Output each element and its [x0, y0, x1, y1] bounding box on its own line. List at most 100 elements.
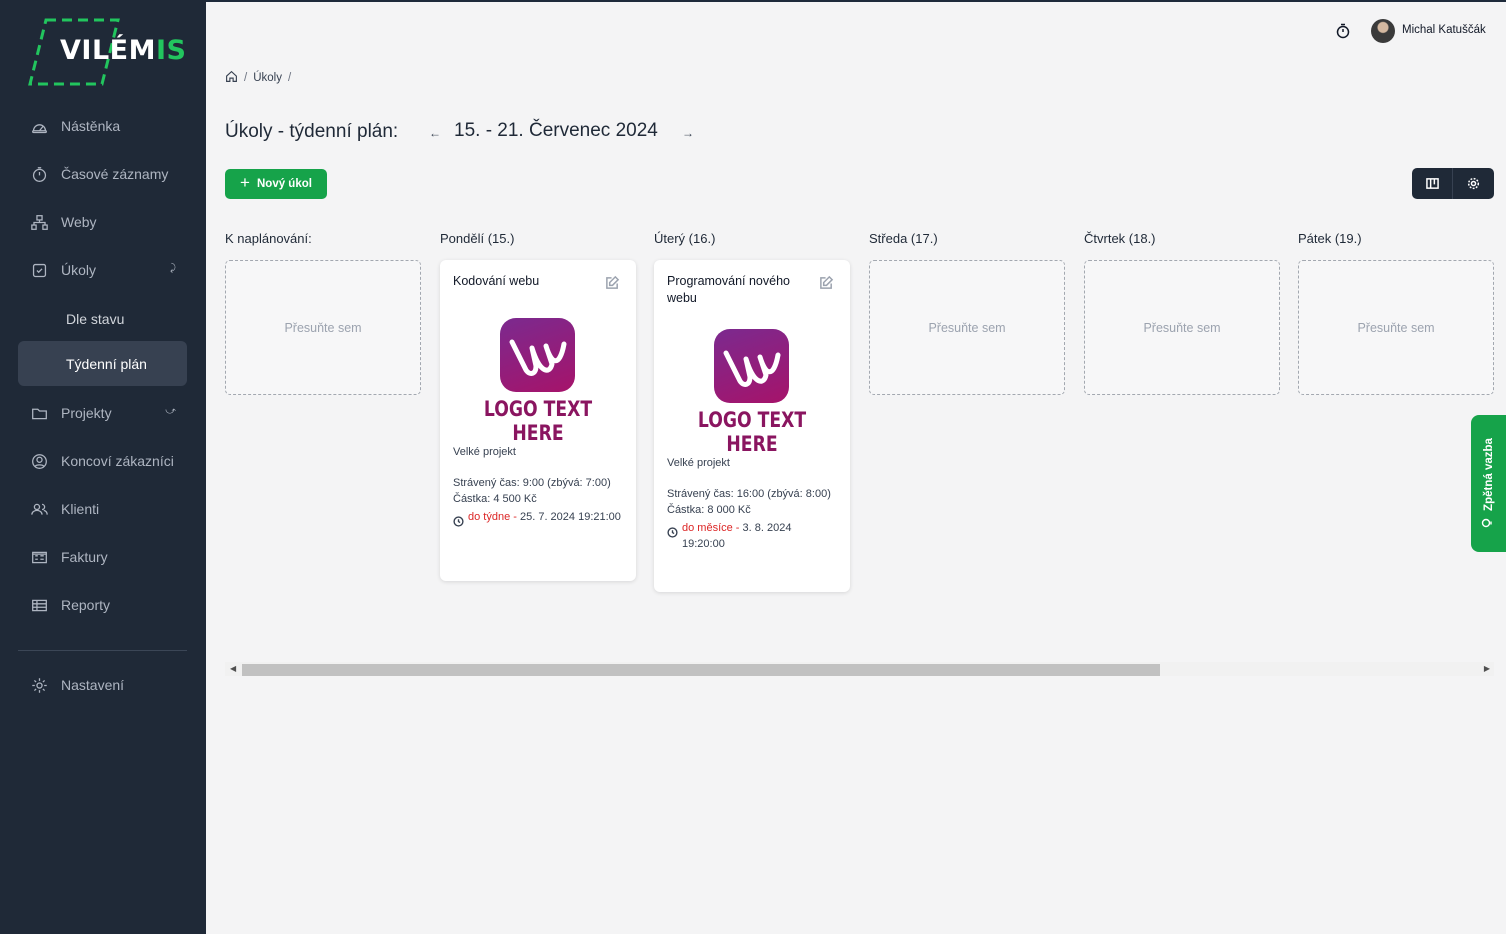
sidebar-subitem-label: Týdenní plán — [66, 355, 147, 372]
new-task-button[interactable]: + Nový úkol — [225, 169, 327, 199]
avatar[interactable] — [1371, 19, 1395, 43]
task-title[interactable]: Programování nového webu — [667, 273, 807, 307]
task-project: Velké projekt — [453, 446, 516, 458]
sidebar-item-label: Klienti — [61, 501, 100, 517]
gear-icon — [30, 676, 48, 694]
due-label: do týdne — [468, 510, 511, 523]
stopwatch-icon[interactable] — [1335, 23, 1351, 39]
task-deadline: do týdne - 25. 7. 2024 19:21:00 — [453, 509, 623, 527]
edit-icon[interactable] — [819, 275, 834, 290]
edit-icon[interactable] — [605, 275, 620, 290]
sidebar-subitem-label: Dle stavu — [66, 310, 125, 327]
task-deadline: do měsíce - 3. 8. 2024 19:20:00 — [667, 520, 837, 553]
task-image: LOGO TEXT HERE — [453, 306, 623, 445]
task-amount: Částka: 8 000 Kč — [667, 504, 751, 516]
breadcrumb: / Úkoly / — [225, 70, 297, 86]
due-date: 25. 7. 2024 19:21:00 — [519, 510, 621, 523]
gear-icon — [1467, 177, 1480, 190]
user-name[interactable]: Michal Katuščák — [1402, 24, 1486, 36]
breadcrumb-separator: / — [244, 72, 248, 84]
feedback-tab[interactable]: Zpětná vazba — [1471, 415, 1506, 552]
sidebar-subitem-weekly-plan[interactable]: Týdenní plán — [18, 341, 187, 386]
task-project: Velké projekt — [667, 457, 730, 469]
sidebar-item-tasks[interactable]: Úkoly ⤸ — [18, 248, 188, 292]
logo-text: VILÉMIS — [60, 35, 187, 66]
scroll-right-icon[interactable]: ▶ — [1484, 664, 1490, 673]
invoice-icon — [30, 548, 48, 566]
sidebar-item-time-records[interactable]: Časové záznamy — [18, 152, 188, 196]
sidebar-divider — [18, 650, 187, 651]
task-image: LOGO TEXT HERE — [667, 317, 837, 456]
app-logo[interactable]: VILÉMIS — [28, 18, 186, 88]
task-card[interactable]: Programování nového webu LOGO TEXT HERE … — [654, 260, 850, 592]
column-header-tuesday: Úterý (16.) — [654, 231, 716, 246]
view-toggle — [1412, 168, 1494, 199]
top-border — [0, 0, 1506, 2]
feedback-content: Zpětná vazba — [1471, 415, 1506, 552]
lightbulb-icon — [1481, 517, 1496, 529]
task-title[interactable]: Kodování webu — [453, 273, 593, 290]
task-time-spent: Strávený čas: 9:00 (zbývá: 7:00) — [453, 476, 611, 489]
dropzone-backlog[interactable]: Přesuňte sem — [225, 260, 421, 395]
sidebar-item-label: Faktury — [61, 549, 108, 565]
column-header-backlog: K naplánování: — [225, 231, 312, 246]
clock-icon — [667, 526, 678, 538]
clock-icon — [453, 515, 464, 527]
breadcrumb-separator: / — [287, 72, 292, 84]
settings-button[interactable] — [1453, 168, 1494, 199]
task-amount: Částka: 4 500 Kč — [453, 493, 537, 505]
sidebar-item-clients[interactable]: Klienti — [18, 487, 188, 531]
feedback-label: Zpětná vazba — [1482, 438, 1495, 511]
previous-week-button[interactable]: ← — [429, 126, 441, 140]
logo-tile — [714, 329, 789, 403]
sidebar: VILÉMIS Nástěnka Časové záznamy Weby Úko… — [0, 0, 206, 934]
collapse-icon: ⤸ — [170, 263, 176, 274]
column-header-monday: Pondělí (15.) — [440, 231, 515, 246]
breadcrumb-item-tasks[interactable]: Úkoly — [253, 72, 282, 84]
sidebar-item-settings[interactable]: Nastavení — [18, 663, 188, 707]
sidebar-item-label: Časové záznamy — [61, 166, 169, 182]
due-separator: - — [732, 521, 743, 534]
sidebar-item-webs[interactable]: Weby — [18, 200, 188, 244]
scrollbar-thumb[interactable] — [242, 664, 1160, 676]
sidebar-item-label: Reporty — [61, 597, 111, 613]
sidebar-item-label: Projekty — [61, 405, 112, 421]
horizontal-scrollbar[interactable]: ◀ ▶ — [225, 662, 1494, 676]
board-icon — [1425, 178, 1439, 189]
due-separator: - — [510, 510, 520, 523]
table-icon — [30, 596, 48, 614]
home-icon[interactable] — [225, 70, 238, 86]
sidebar-subitem-by-status[interactable]: Dle stavu — [18, 296, 187, 341]
dropzone-wednesday[interactable]: Přesuňte sem — [869, 260, 1065, 395]
dropzone-thursday[interactable]: Přesuňte sem — [1084, 260, 1280, 395]
logo-tile — [500, 318, 575, 392]
user-circle-icon — [30, 452, 48, 470]
plus-icon: + — [240, 173, 250, 192]
sidebar-item-label: Weby — [61, 214, 97, 230]
sidebar-item-label: Úkoly — [61, 262, 97, 278]
logo-caption: LOGO TEXT HERE — [483, 397, 593, 445]
scroll-left-icon[interactable]: ◀ — [230, 664, 236, 673]
sidebar-item-dashboard[interactable]: Nástěnka — [18, 104, 188, 148]
board-view-button[interactable] — [1412, 168, 1453, 199]
due-label: do měsíce — [682, 521, 733, 534]
sidebar-item-end-customers[interactable]: Koncoví zákazníci — [18, 439, 188, 483]
logo-caption: LOGO TEXT HERE — [697, 408, 807, 456]
sidebar-item-reports[interactable]: Reporty — [18, 583, 188, 627]
sidebar-item-label: Koncoví zákazníci — [61, 453, 174, 469]
dropzone-friday[interactable]: Přesuňte sem — [1298, 260, 1494, 395]
new-task-label: Nový úkol — [256, 178, 312, 190]
column-header-friday: Pátek (19.) — [1298, 231, 1362, 246]
sidebar-item-projects[interactable]: Projekty ⤻ — [18, 391, 188, 435]
sidebar-item-invoices[interactable]: Faktury — [18, 535, 188, 579]
task-deadline-text: do měsíce - 3. 8. 2024 19:20:00 — [682, 520, 837, 553]
page-title: Úkoly - týdenní plán: — [225, 121, 399, 142]
task-card[interactable]: Kodování webu LOGO TEXT HERE Velké proje… — [440, 260, 636, 581]
task-deadline-text: do týdne - 25. 7. 2024 19:21:00 — [468, 509, 621, 527]
column-header-wednesday: Středa (17.) — [869, 231, 938, 246]
next-week-button[interactable]: → — [682, 126, 694, 140]
gauge-icon — [30, 117, 48, 135]
column-header-thursday: Čtvrtek (18.) — [1084, 231, 1156, 246]
stopwatch-icon — [30, 165, 48, 183]
users-icon — [30, 500, 48, 518]
